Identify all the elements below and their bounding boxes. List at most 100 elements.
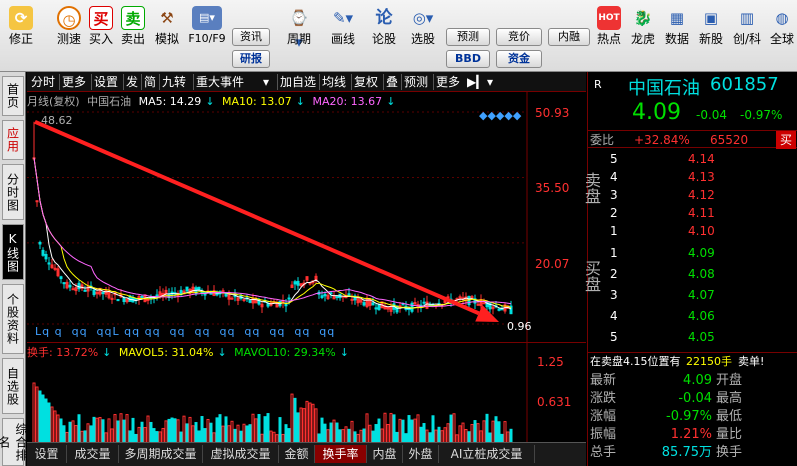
neirong-button[interactable]: 内融	[548, 28, 590, 46]
tab-indicator-settings[interactable]: 设置	[27, 445, 67, 463]
speedtest-button[interactable]: ◷ 测速	[50, 2, 88, 70]
candle-body	[59, 276, 63, 280]
tab-watchlist[interactable]: 自选股	[2, 358, 24, 414]
menu-forecast[interactable]: 预测	[401, 74, 430, 90]
candle-body	[284, 303, 288, 307]
turnover-bar	[482, 420, 486, 443]
turnover-bar	[161, 427, 165, 443]
turnover-bar	[290, 393, 294, 443]
big-order-notice[interactable]: 在卖盘4.15位置有 22150手 卖单!	[588, 352, 797, 370]
sell-level: 4	[610, 170, 618, 184]
buy-price: 4.08	[688, 267, 715, 281]
tab-apps[interactable]: 应用	[2, 120, 24, 160]
vol-tick-2: 0.631	[537, 395, 572, 409]
hotspot-button[interactable]: HOT 热点	[594, 2, 624, 70]
kline-chart[interactable]: 月线(复权) 中国石油 MA5: 14.29 ↓ MA10: 13.07 ↓ MA2…	[27, 92, 586, 342]
buy-price: 4.05	[688, 330, 715, 344]
candle-body	[35, 200, 39, 203]
sell-level-row[interactable]: 1 4.10	[588, 222, 797, 240]
period-button[interactable]: ⌚▾ 周期	[282, 2, 316, 70]
discuss-button[interactable]: 论 论股	[368, 2, 400, 70]
sell-level-row[interactable]: 3 4.12	[588, 186, 797, 204]
menu-post[interactable]: 发	[123, 74, 140, 90]
tab-ranking[interactable]: 综合排名	[0, 418, 28, 466]
fix-button[interactable]: ⟳ 修正	[2, 2, 40, 70]
menu-settings[interactable]: 设置	[91, 74, 120, 90]
gem-star-button[interactable]: ▥ 创/科	[730, 2, 764, 70]
menu-intraday[interactable]: 分时	[29, 74, 57, 90]
turnover-bar	[398, 418, 402, 443]
turnover-bar	[284, 424, 288, 443]
turnover-chart[interactable]: 换手: 13.72% ↓ MAVOL5: 31.04% ↓ MAVOL10: 29.…	[27, 342, 586, 443]
tab-intraday[interactable]: 分时图	[2, 164, 24, 220]
zijin-button[interactable]: 资金	[496, 50, 542, 68]
tab-outer[interactable]: 外盘	[403, 445, 439, 463]
collapse-icon[interactable]: ▾	[485, 74, 495, 90]
tab-volume[interactable]: 成交量	[67, 445, 119, 463]
select-stock-button[interactable]: ◎▾ 选股	[406, 2, 440, 70]
candle-body	[248, 299, 252, 303]
sell-level-row[interactable]: 5 4.14	[588, 150, 797, 168]
turnover-bar	[188, 416, 192, 443]
tab-virtual-volume[interactable]: 虚拟成交量	[203, 445, 279, 463]
dragon-tiger-button[interactable]: 🐉 龙虎	[628, 2, 658, 70]
menu-more-2[interactable]: 更多	[433, 74, 462, 90]
buy-level-row[interactable]: 1 4.09	[588, 244, 797, 262]
menu-more[interactable]: 更多	[59, 74, 88, 90]
tab-amount[interactable]: 金额	[279, 445, 315, 463]
menu-adjust[interactable]: 复权	[351, 74, 380, 90]
diamond-markers-icon[interactable]: ◆◆◆◆◆	[479, 109, 521, 122]
menu-add-watch[interactable]: 加自选	[277, 74, 318, 90]
stock-name: 中国石油	[628, 78, 700, 99]
dropdown-arrow-icon[interactable]: ▾	[261, 74, 271, 90]
turnover-bar	[164, 420, 168, 443]
buy-price: 4.07	[688, 288, 715, 302]
bbd-button[interactable]: BBD	[446, 50, 490, 68]
jingjia-button[interactable]: 竞价	[496, 28, 542, 46]
menu-overlay[interactable]: 叠	[383, 74, 400, 90]
global-button[interactable]: ◍ 全球	[768, 2, 796, 70]
refresh-icon: ⟳	[9, 6, 33, 30]
zixun-button[interactable]: 资讯	[232, 28, 270, 46]
menu-jiuzhuan[interactable]: 九转	[159, 74, 188, 90]
turnover-bar	[266, 413, 270, 443]
turnover-bar	[464, 429, 468, 443]
candle-body	[38, 241, 42, 245]
new-stock-button[interactable]: ▣ 新股	[696, 2, 726, 70]
sell-button[interactable]: 卖 卖出	[118, 2, 148, 70]
turnover-bar	[125, 414, 129, 443]
buy-level-row[interactable]: 3 4.07	[588, 286, 797, 304]
weibi-value: +32.84%	[634, 133, 690, 147]
yuce-button[interactable]: 预测	[446, 28, 490, 46]
data-button[interactable]: ▦ 数据	[662, 2, 692, 70]
data-icon: ▦	[669, 9, 685, 27]
draw-line-button[interactable]: ✎▾ 画线	[326, 2, 360, 70]
simulate-button[interactable]: ⚒ 模拟	[152, 2, 182, 70]
turnover-bar	[116, 420, 120, 443]
stat-value: -0.04	[678, 391, 712, 406]
buy-level-row[interactable]: 2 4.08	[588, 265, 797, 283]
menu-major-events[interactable]: 重大事件	[193, 74, 246, 90]
tab-inner[interactable]: 内盘	[367, 445, 403, 463]
tab-turnover[interactable]: 换手率	[315, 445, 367, 463]
tab-ai-volume[interactable]: AI立桩成交量	[439, 445, 535, 463]
sell-level-row[interactable]: 2 4.11	[588, 204, 797, 222]
buy-level-row[interactable]: 4 4.06	[588, 307, 797, 325]
tab-multi-period-volume[interactable]: 多周期成交量	[119, 445, 203, 463]
f10-button[interactable]: ▤▾ F10/F9	[186, 2, 228, 70]
tab-kline[interactable]: K线图	[2, 224, 24, 280]
buy-button[interactable]: 买 买入	[86, 2, 116, 70]
buy-level-row[interactable]: 5 4.05	[588, 328, 797, 346]
turnover-bar	[170, 417, 174, 443]
turnover-bar	[278, 417, 282, 443]
turnover-bar	[98, 416, 102, 443]
yanbao-button[interactable]: 研报	[232, 50, 270, 68]
menu-simple[interactable]: 简	[141, 74, 158, 90]
sell-level-row[interactable]: 4 4.13	[588, 168, 797, 186]
candle-body	[323, 293, 327, 297]
tab-profile[interactable]: 个股资料	[2, 284, 24, 354]
tab-home[interactable]: 首页	[2, 76, 24, 116]
candle-body	[371, 302, 375, 306]
turnover-bar	[191, 425, 195, 443]
menu-ma[interactable]: 均线	[319, 74, 348, 90]
